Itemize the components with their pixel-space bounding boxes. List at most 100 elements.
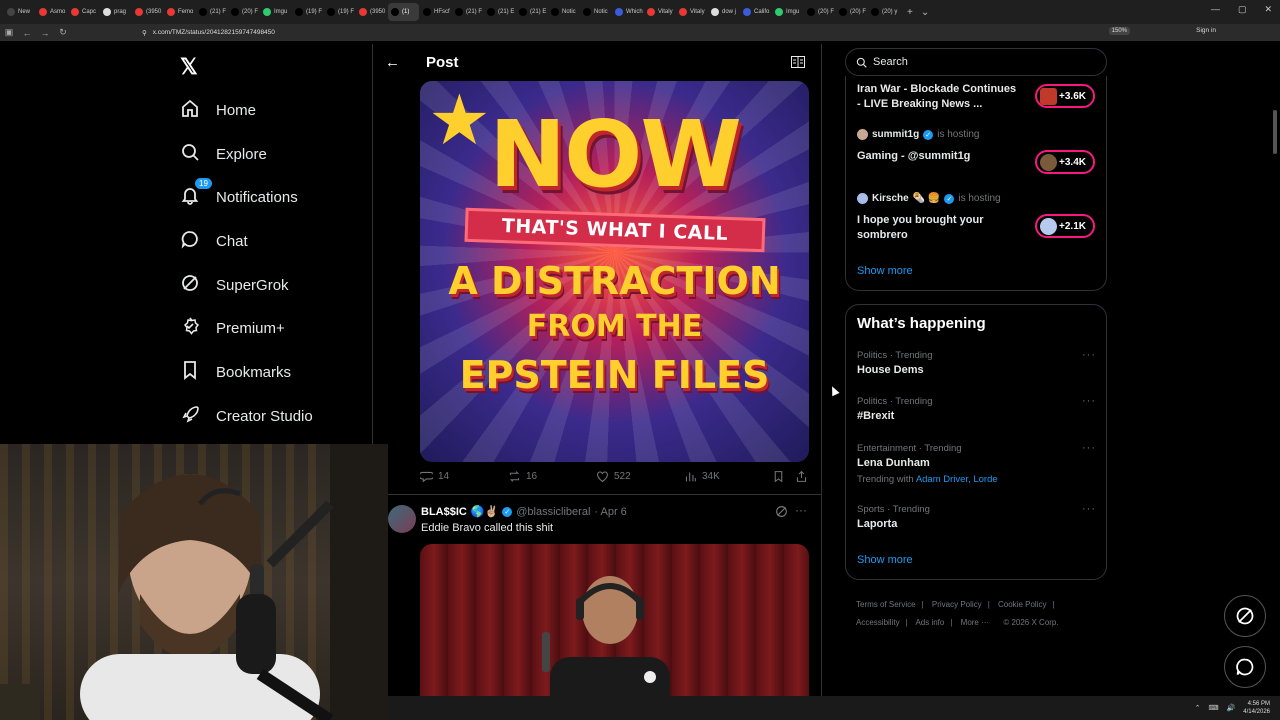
- accessibility-link[interactable]: Accessibility: [856, 618, 900, 627]
- search-input[interactable]: Search: [845, 48, 1107, 76]
- host-name[interactable]: Kirsche: [872, 193, 909, 204]
- privacy-link[interactable]: Privacy Policy: [932, 600, 982, 609]
- browser-tab[interactable]: (19) F: [324, 3, 355, 21]
- browser-tab[interactable]: Asmo: [36, 3, 67, 21]
- sidebar-toggle-icon[interactable]: ▣: [0, 27, 18, 38]
- ads-info-link[interactable]: Ads info: [915, 618, 944, 627]
- browser-tab[interactable]: (21) F: [196, 3, 227, 21]
- views-button[interactable]: 34K: [684, 470, 720, 483]
- new-tab-button[interactable]: +: [907, 7, 913, 18]
- sidebar-item-bookmarks[interactable]: Bookmarks: [180, 360, 291, 384]
- browser-tab[interactable]: Notic: [580, 3, 611, 21]
- terms-link[interactable]: Terms of Service: [856, 600, 916, 609]
- browser-tab[interactable]: (21) E: [516, 3, 547, 21]
- browser-tab[interactable]: (21) F: [452, 3, 483, 21]
- browser-tab[interactable]: (21) E: [484, 3, 515, 21]
- browser-tab[interactable]: Vitaly: [676, 3, 707, 21]
- browser-tab[interactable]: Capc: [68, 3, 99, 21]
- live-title-3[interactable]: I hope you brought your sombrero: [857, 213, 984, 243]
- sidebar-item-chat[interactable]: Chat: [180, 229, 248, 253]
- live-title-1[interactable]: Iran War - Blockade Continues - LIVE Bre…: [857, 82, 1016, 112]
- browser-tab[interactable]: Which: [612, 3, 643, 21]
- browser-tab[interactable]: Femo: [164, 3, 195, 21]
- browser-tab[interactable]: (20) y: [868, 3, 899, 21]
- reply-video[interactable]: [420, 544, 809, 704]
- browser-tab[interactable]: (3950: [356, 3, 387, 21]
- trend-name[interactable]: House Dems: [857, 364, 924, 376]
- sidebar-item-home[interactable]: Home: [180, 98, 256, 122]
- trend-name[interactable]: #Brexit: [857, 410, 894, 422]
- browser-tab[interactable]: dow j: [708, 3, 739, 21]
- share-button[interactable]: [795, 470, 808, 483]
- post-image[interactable]: ★ NOW THAT'S WHAT I CALL A DISTRACTION F…: [420, 81, 809, 462]
- forward-button[interactable]: →: [36, 28, 54, 38]
- avatar[interactable]: [388, 505, 416, 533]
- browser-tab[interactable]: New: [4, 3, 35, 21]
- minimize-button[interactable]: —: [1211, 4, 1220, 15]
- clock[interactable]: 4:56 PM 4/14/2026: [1243, 700, 1270, 716]
- more-options-icon[interactable]: ···: [1082, 442, 1096, 454]
- more-options-icon[interactable]: ···: [795, 503, 807, 517]
- browser-tab[interactable]: Notic: [548, 3, 579, 21]
- back-button[interactable]: ←: [18, 28, 36, 38]
- like-button[interactable]: 522: [596, 470, 631, 483]
- close-window-button[interactable]: ✕: [1264, 4, 1272, 15]
- more-link[interactable]: More ···: [961, 618, 989, 627]
- cookie-link[interactable]: Cookie Policy: [998, 600, 1046, 609]
- grok-fab-button[interactable]: [1224, 595, 1266, 637]
- browser-tab[interactable]: (1): [388, 3, 419, 21]
- browser-tab[interactable]: Imgu: [772, 3, 803, 21]
- trend-name[interactable]: Laporta: [857, 518, 897, 530]
- live-count-pill[interactable]: +3.6K: [1035, 84, 1095, 108]
- show-more-link[interactable]: Show more: [857, 554, 913, 566]
- more-options-icon[interactable]: ···: [1082, 395, 1096, 407]
- sidebar-item-premium[interactable]: Premium+: [180, 316, 285, 340]
- more-options-icon[interactable]: ···: [1082, 503, 1096, 515]
- trending-with-links[interactable]: Adam Driver, Lorde: [916, 474, 998, 485]
- volume-icon[interactable]: 🔊: [1227, 704, 1236, 712]
- reload-button[interactable]: ↻: [54, 27, 72, 38]
- more-options-icon[interactable]: ···: [1082, 349, 1096, 361]
- browser-tab[interactable]: Califo: [740, 3, 771, 21]
- hosting-label: is hosting: [958, 193, 1001, 204]
- zoom-indicator[interactable]: 150%: [1108, 27, 1130, 35]
- trend-name[interactable]: Lena Dunham: [857, 457, 930, 469]
- sidebar-item-creator-studio[interactable]: Creator Studio: [180, 404, 313, 428]
- back-arrow-button[interactable]: ←: [385, 54, 400, 71]
- maximize-button[interactable]: ▢: [1238, 4, 1247, 15]
- live-count-pill[interactable]: +3.4K: [1035, 150, 1095, 174]
- browser-tab[interactable]: (3950: [132, 3, 163, 21]
- reply-handle[interactable]: @blassicliberal: [516, 506, 590, 518]
- scrollbar-thumb[interactable]: [1273, 110, 1277, 154]
- browser-tab[interactable]: (20) F: [804, 3, 835, 21]
- browser-tab[interactable]: prag: [100, 3, 131, 21]
- browser-tab[interactable]: (20) F: [228, 3, 259, 21]
- chat-fab-button[interactable]: [1224, 646, 1266, 688]
- url-field[interactable]: ⚲ x.com/TMZ/status/2041282159747498450: [142, 26, 1142, 39]
- network-icon[interactable]: ⌨: [1208, 704, 1218, 712]
- bookmark-button[interactable]: [772, 470, 785, 483]
- sidebar-item-supergrok[interactable]: SuperGrok: [180, 273, 289, 297]
- grok-icon[interactable]: [775, 505, 788, 523]
- live-title-2[interactable]: Gaming - @summit1g: [857, 149, 970, 164]
- reader-mode-icon[interactable]: [791, 55, 805, 73]
- repost-button[interactable]: 16: [508, 470, 537, 483]
- browser-tab[interactable]: (20) F: [836, 3, 867, 21]
- browser-tab[interactable]: Imgu: [260, 3, 291, 21]
- tab-list-icon[interactable]: ⌄: [921, 7, 929, 18]
- chevron-up-icon[interactable]: ⌃: [1195, 704, 1201, 712]
- reply-author-name[interactable]: BLA$$IC: [421, 506, 467, 518]
- x-logo[interactable]: 𝕏: [180, 54, 198, 80]
- browser-tab[interactable]: HFscf: [420, 3, 451, 21]
- show-more-link[interactable]: Show more: [857, 265, 913, 277]
- reply-date[interactable]: · Apr 6: [594, 506, 626, 518]
- sign-in-button[interactable]: Sign in: [1196, 27, 1216, 34]
- sidebar-item-notifications[interactable]: 19 Notifications: [180, 178, 298, 209]
- reply-button[interactable]: 14: [420, 470, 449, 483]
- browser-tab[interactable]: Vitaly: [644, 3, 675, 21]
- site-info-icon[interactable]: ⚲: [142, 29, 147, 37]
- browser-tab[interactable]: (19) F: [292, 3, 323, 21]
- sidebar-item-explore[interactable]: Explore: [180, 142, 267, 166]
- live-count-pill[interactable]: +2.1K: [1035, 214, 1095, 238]
- host-name[interactable]: summit1g: [872, 129, 919, 140]
